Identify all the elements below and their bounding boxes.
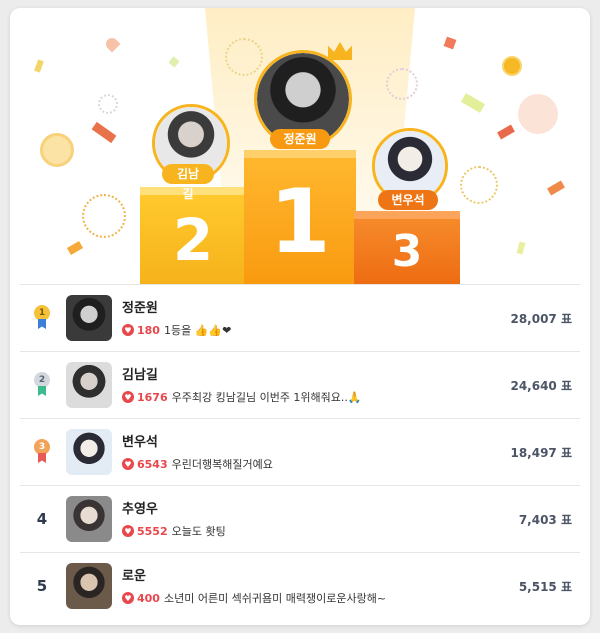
confetti-piece	[547, 180, 565, 196]
confetti-heart-icon	[518, 94, 558, 134]
vote-count: 7,403 표	[518, 512, 572, 527]
cheer-message: ♥ 6543 우린더행복해질거예요	[122, 456, 273, 472]
avatar	[66, 429, 112, 475]
confetti-dots-ring	[386, 68, 418, 100]
avatar	[66, 295, 112, 341]
avatar	[66, 496, 112, 542]
confetti-piece	[34, 59, 44, 73]
rank-number: 4	[36, 510, 48, 528]
vote-count: 5,515 표	[518, 579, 572, 594]
confetti-piece	[66, 241, 84, 255]
vote-count: 18,497 표	[510, 445, 572, 460]
confetti-heart-icon	[103, 35, 121, 53]
heart-count: 400	[137, 591, 160, 605]
heart-count: 180	[137, 323, 160, 337]
rank-number: 5	[36, 577, 48, 595]
bronze-medal-icon: 3	[34, 439, 50, 465]
artist-name: 정준원	[122, 301, 158, 316]
artist-name: 추영우	[122, 502, 158, 517]
heart-count: 5552	[137, 524, 168, 538]
heart-count: 6543	[137, 457, 168, 471]
heart-icon: ♥	[122, 592, 134, 604]
podium: 2 1 3 김남길 정준원 변우석	[10, 8, 590, 284]
confetti-piece	[91, 121, 117, 144]
podium-block-1: 1	[244, 150, 356, 284]
podium-name-1: 정준원	[270, 129, 330, 149]
message-text: 우주최강 킹남길님 이번주 1위해줘요..🙏	[171, 391, 362, 404]
confetti-dots-ring	[82, 194, 126, 238]
confetti-piece	[460, 93, 486, 113]
heart-count: 1676	[137, 390, 168, 404]
podium-name-2: 김남길	[162, 164, 214, 201]
cheer-message: ♥ 1676 우주최강 킹남길님 이번주 1위해줘요..🙏	[122, 389, 362, 405]
cheer-message: ♥ 5552 오늘도 홧팅	[122, 523, 226, 539]
cheer-message: ♥ 400 소년미 어른미 섹쉬귀욤미 매력쟁이로운사랑해~	[122, 590, 386, 606]
message-text: 우린더행복해질거예요	[171, 458, 273, 471]
artist-name: 김남길	[122, 368, 158, 383]
gold-medal-icon: 1	[34, 305, 50, 331]
confetti-dots-ring	[225, 38, 263, 76]
podium-block-3: 3	[354, 211, 460, 284]
avatar	[66, 362, 112, 408]
artist-name: 로운	[122, 569, 146, 584]
artist-name: 변우석	[122, 435, 158, 450]
avatar	[66, 563, 112, 609]
ranking-row[interactable]: 3 변우석 ♥ 6543 우린더행복해질거예요 18,497 표	[20, 418, 580, 485]
heart-icon: ♥	[122, 525, 134, 537]
heart-icon: ♥	[122, 324, 134, 336]
confetti-piece	[168, 56, 180, 68]
message-text: 소년미 어른미 섹쉬귀욤미 매력쟁이로운사랑해~	[163, 592, 387, 605]
award-badge-icon	[502, 56, 522, 76]
heart-icon: ♥	[122, 458, 134, 470]
podium-name-3: 변우석	[378, 190, 438, 210]
silver-medal-icon: 2	[34, 372, 50, 398]
award-badge-icon	[40, 133, 74, 167]
message-text: 오늘도 홧팅	[171, 525, 226, 538]
ranking-row[interactable]: 1 정준원 ♥ 180 1등을 👍👍❤ 28,007 표	[20, 284, 580, 351]
confetti-dots-ring	[98, 94, 118, 114]
cheer-message: ♥ 180 1등을 👍👍❤	[122, 322, 231, 338]
heart-icon: ♥	[122, 391, 134, 403]
confetti-piece	[443, 36, 457, 50]
ranking-list: 1 정준원 ♥ 180 1등을 👍👍❤ 28,007 표 2 김남길 ♥ 167…	[20, 284, 580, 619]
confetti-piece	[516, 241, 526, 255]
confetti-dots-ring	[460, 166, 498, 204]
ranking-card: 2 1 3 김남길 정준원 변우석 1 정준원 ♥ 180 1등을 👍👍❤ 28…	[10, 8, 590, 625]
ranking-row[interactable]: 4 추영우 ♥ 5552 오늘도 홧팅 7,403 표	[20, 485, 580, 552]
ranking-row[interactable]: 2 김남길 ♥ 1676 우주최강 킹남길님 이번주 1위해줘요..🙏 24,6…	[20, 351, 580, 418]
podium-block-2: 2	[140, 187, 246, 284]
message-text: 1등을 👍👍❤	[163, 324, 232, 337]
vote-count: 24,640 표	[510, 378, 572, 393]
confetti-piece	[497, 124, 515, 140]
vote-count: 28,007 표	[510, 311, 572, 326]
ranking-row[interactable]: 5 로운 ♥ 400 소년미 어른미 섹쉬귀욤미 매력쟁이로운사랑해~ 5,51…	[20, 552, 580, 619]
